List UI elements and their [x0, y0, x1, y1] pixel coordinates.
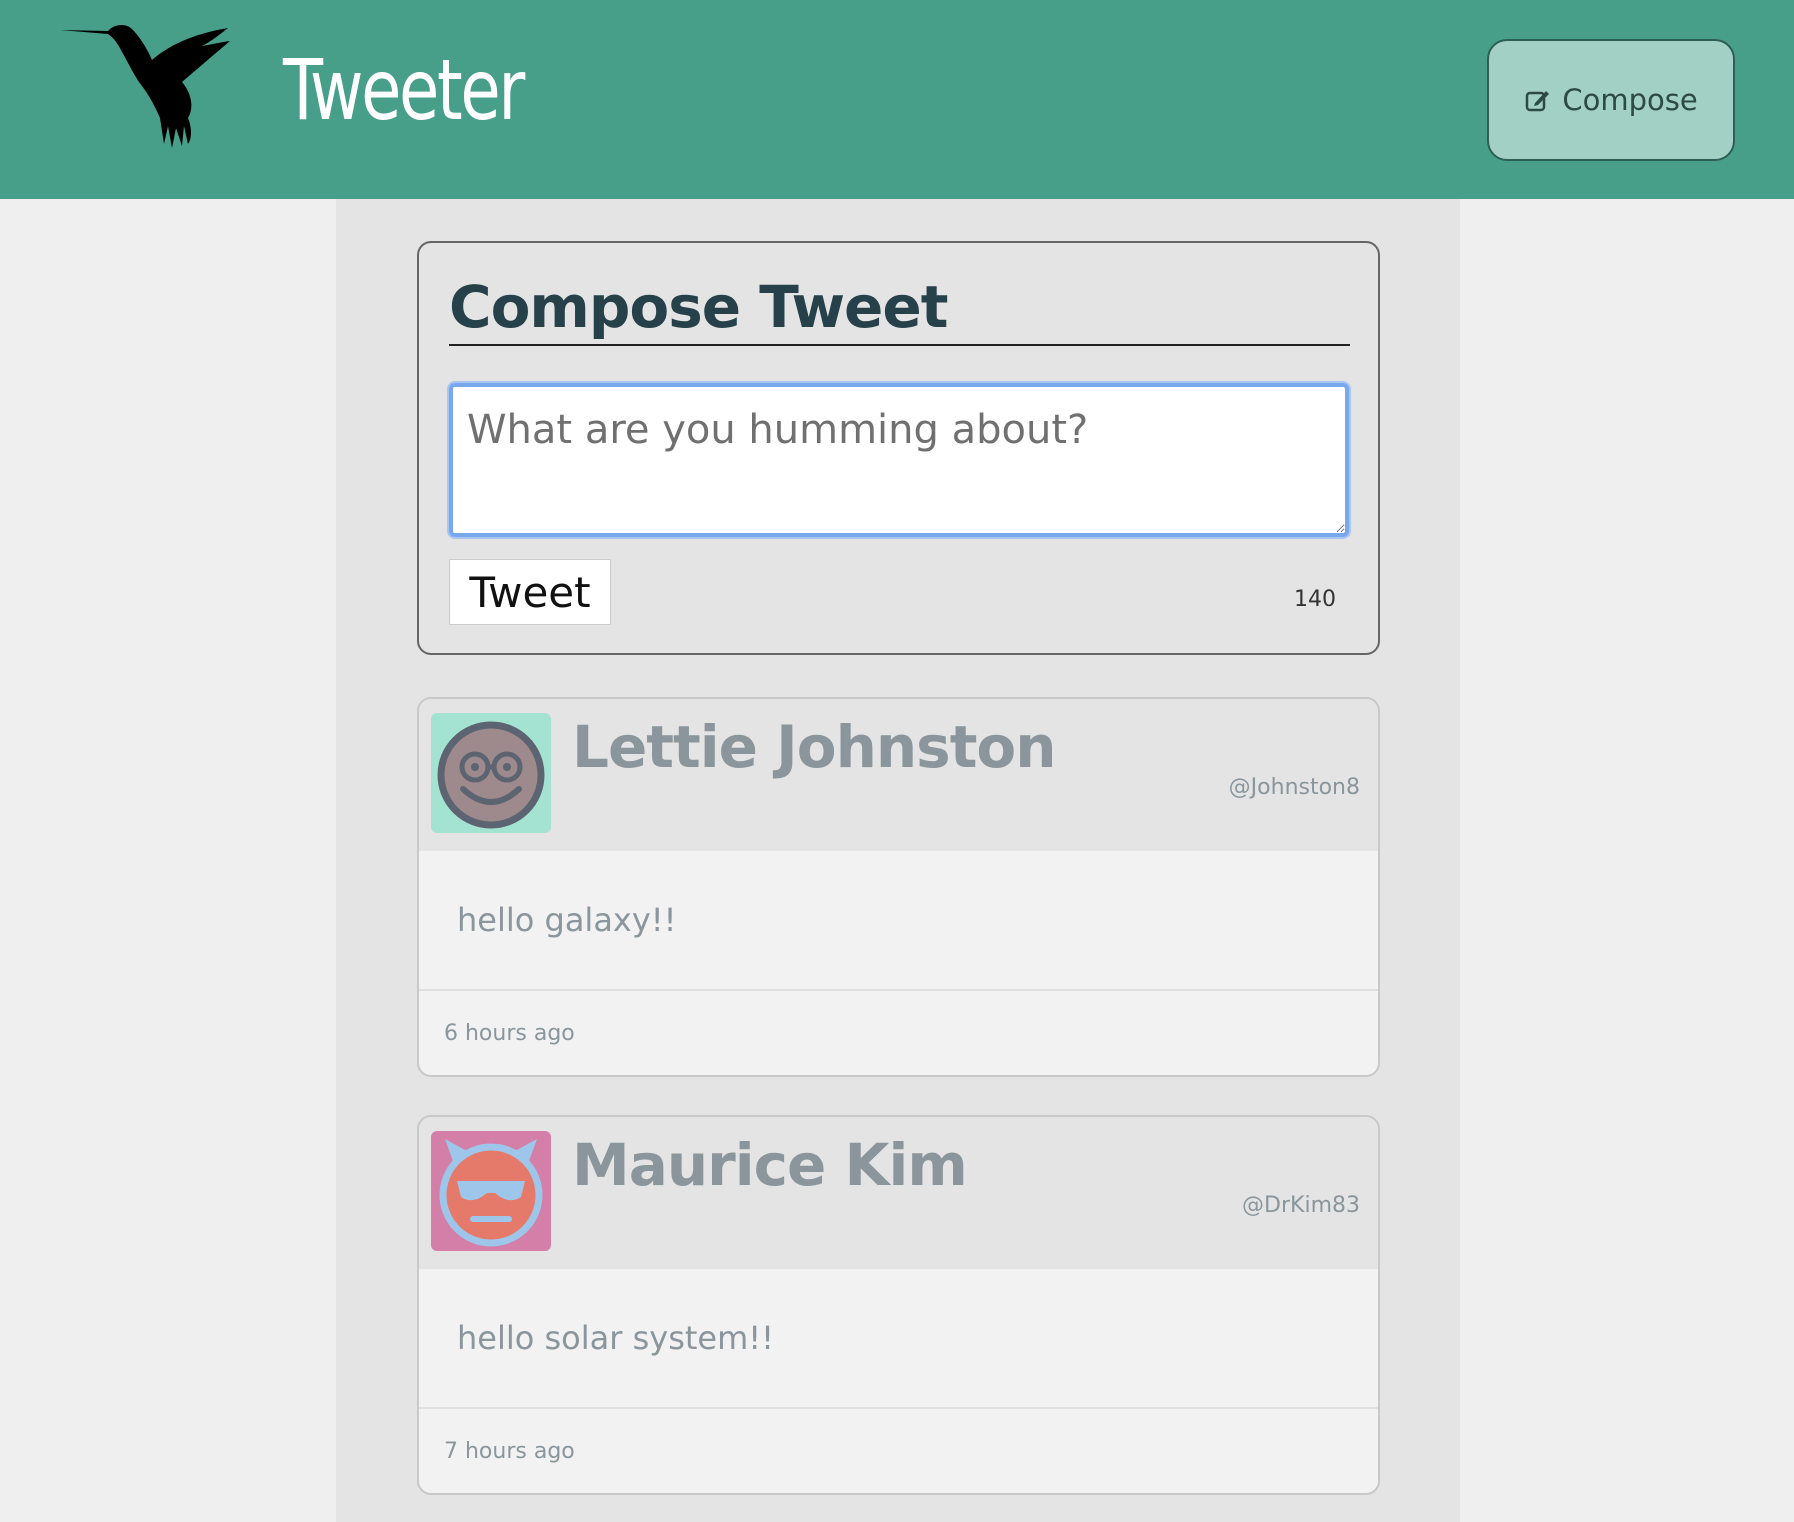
top-nav: Tweeter Compose: [0, 0, 1794, 199]
tweet-body: hello galaxy!!: [419, 851, 1378, 991]
avatar: [431, 713, 551, 833]
tweet-textarea[interactable]: [449, 383, 1349, 537]
compose-toggle-label: Compose: [1562, 83, 1698, 117]
tweet-body: hello solar system!!: [419, 1269, 1378, 1409]
tweet-submit-button[interactable]: Tweet: [449, 559, 611, 625]
edit-icon: [1526, 91, 1550, 112]
tweet-card: Maurice Kim @DrKim83 hello solar system!…: [417, 1115, 1380, 1495]
nerd-smiley-avatar-icon: [437, 721, 545, 829]
tweet-text: hello galaxy!!: [457, 901, 677, 939]
compose-title: Compose Tweet: [449, 273, 948, 341]
brand-title: Tweeter: [283, 41, 525, 139]
avatar: [431, 1131, 551, 1251]
compose-divider: [449, 344, 1350, 346]
tweet-footer: 7 hours ago: [419, 1409, 1378, 1493]
tweet-handle: @DrKim83: [1242, 1193, 1360, 1218]
tweet-author: Maurice Kim: [572, 1131, 968, 1199]
compose-panel: Compose Tweet Tweet 140: [417, 241, 1380, 655]
cool-devil-avatar-icon: [439, 1139, 543, 1247]
tweet-card: Lettie Johnston @Johnston8 hello galaxy!…: [417, 697, 1380, 1077]
tweet-handle: @Johnston8: [1228, 775, 1360, 800]
compose-toggle-button[interactable]: Compose: [1487, 39, 1735, 161]
tweet-timestamp: 6 hours ago: [444, 1021, 575, 1046]
tweet-text: hello solar system!!: [457, 1319, 774, 1357]
tweet-header: Maurice Kim @DrKim83: [419, 1117, 1378, 1269]
char-counter: 140: [1294, 587, 1336, 612]
tweet-header: Lettie Johnston @Johnston8: [419, 699, 1378, 851]
tweet-author: Lettie Johnston: [572, 713, 1057, 781]
tweet-timestamp: 7 hours ago: [444, 1439, 575, 1464]
tweet-footer: 6 hours ago: [419, 991, 1378, 1075]
hummingbird-logo-icon: [60, 25, 230, 148]
